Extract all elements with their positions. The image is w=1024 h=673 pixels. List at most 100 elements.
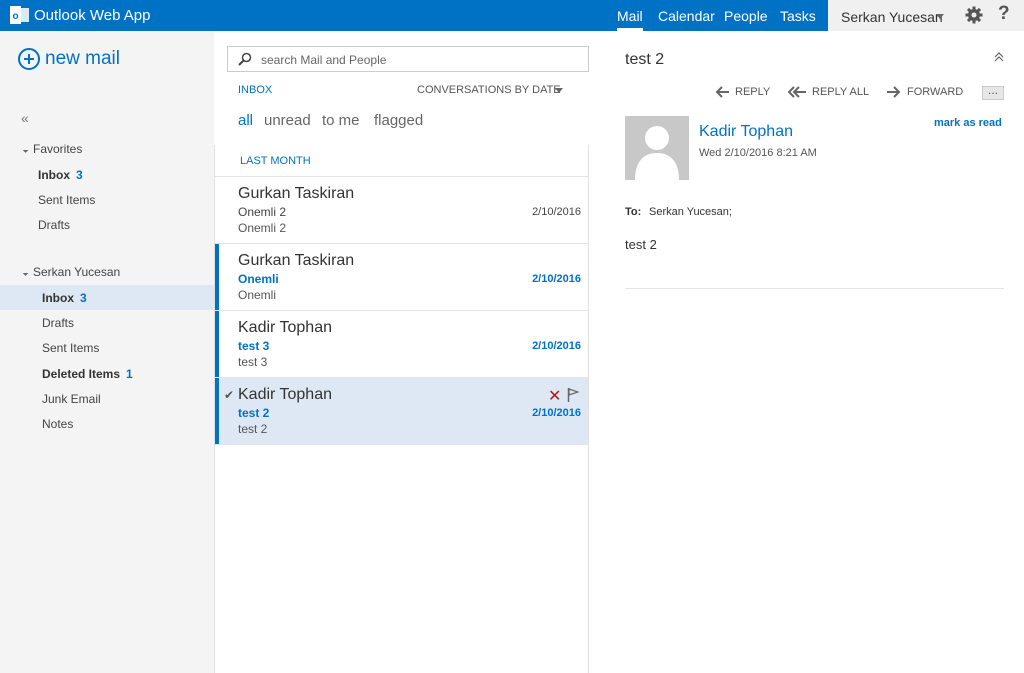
- reply-label: REPLY: [735, 86, 771, 98]
- chevron-down-icon[interactable]: [936, 14, 944, 19]
- message-sender: Gurkan Taskiran: [238, 185, 355, 202]
- folder-label: Sent Items: [42, 341, 100, 355]
- favorites-inbox[interactable]: Inbox 3: [38, 168, 83, 182]
- folder-deleted-items[interactable]: Deleted Items 1: [42, 367, 133, 381]
- reply-all-button[interactable]: REPLY ALL: [788, 86, 869, 98]
- folder-notes[interactable]: Notes: [42, 417, 73, 431]
- favorites-drafts[interactable]: Drafts: [38, 218, 70, 232]
- search-box[interactable]: search Mail and People: [227, 46, 589, 72]
- message-row[interactable]: Gurkan Taskiran Onemli Onemli 2/10/2016: [215, 243, 588, 311]
- message-row[interactable]: Gurkan Taskiran Onemli 2 Onemli 2 2/10/2…: [215, 176, 588, 243]
- message-subject: Onemli 2: [238, 205, 287, 219]
- forward-arrow-icon: [887, 86, 901, 98]
- person-silhouette-icon: [635, 126, 679, 180]
- sent-date: Wed 2/10/2016 8:21 AM: [699, 147, 817, 159]
- folder-label: Inbox: [42, 291, 74, 305]
- message-preview: Onemli: [238, 288, 277, 302]
- collapse-pane-icon[interactable]: «: [21, 110, 29, 126]
- message-preview: test 2: [238, 422, 268, 436]
- unread-indicator: [215, 378, 219, 445]
- message-preview: Onemli 2: [238, 221, 287, 235]
- folder-pane: new mail « Favorites Inbox 3 Sent Items D…: [0, 31, 214, 673]
- flag-icon[interactable]: [567, 388, 580, 402]
- message-row-selected[interactable]: ✔ Kadir Tophan test 2 test 2 2/10/2016 ✕: [215, 377, 588, 445]
- folder-label: Drafts: [42, 316, 75, 330]
- folder-junk-email[interactable]: Junk Email: [42, 392, 101, 406]
- message-subject: test 3: [238, 339, 270, 353]
- to-label: To:: [625, 206, 642, 218]
- favorites-sent-items[interactable]: Sent Items: [38, 193, 95, 207]
- account-header[interactable]: Serkan Yucesan: [20, 265, 120, 279]
- message-subject: Onemli: [238, 272, 279, 286]
- svg-text:o: o: [12, 11, 18, 22]
- sender-name-link[interactable]: Kadir Tophan: [699, 123, 793, 141]
- user-area: Serkan Yucesan ?: [828, 0, 1024, 31]
- new-mail-button[interactable]: new mail: [18, 48, 120, 70]
- message-date: 2/10/2016: [532, 273, 581, 285]
- folder-sent-items[interactable]: Sent Items: [42, 341, 99, 355]
- message-date: 2/10/2016: [532, 340, 581, 352]
- favorites-header[interactable]: Favorites: [20, 142, 83, 156]
- checkmark-icon[interactable]: ✔: [224, 388, 234, 402]
- nav-active-indicator: [617, 28, 643, 31]
- search-input[interactable]: search Mail and People: [261, 53, 386, 67]
- unread-indicator: [215, 311, 219, 378]
- selected-folder-highlight: [0, 285, 214, 310]
- expand-triangle-icon: [20, 145, 29, 153]
- chevron-down-icon[interactable]: [555, 88, 563, 93]
- unread-count: 1: [126, 367, 133, 381]
- filter-all[interactable]: all: [238, 112, 253, 129]
- filter-to-me[interactable]: to me: [322, 112, 360, 129]
- message-date: 2/10/2016: [532, 407, 581, 419]
- sort-dropdown[interactable]: CONVERSATIONS BY DATE: [417, 84, 561, 96]
- folder-label: Inbox: [38, 168, 70, 182]
- divider: [625, 288, 1004, 289]
- folder-label: Junk Email: [42, 392, 101, 406]
- more-actions-button[interactable]: ...: [982, 84, 1004, 100]
- folder-label: Drafts: [38, 218, 71, 232]
- plus-circle-icon: [18, 48, 40, 70]
- outlook-logo-icon: o: [10, 6, 30, 24]
- help-icon[interactable]: ?: [998, 3, 1010, 25]
- app-title: Outlook Web App: [34, 6, 151, 24]
- message-sender: Gurkan Taskiran: [238, 252, 355, 269]
- group-header: LAST MONTH: [240, 155, 311, 167]
- folder-label: Notes: [42, 417, 74, 431]
- reply-button[interactable]: REPLY: [715, 86, 770, 98]
- delete-icon[interactable]: ✕: [548, 386, 561, 406]
- app-brand[interactable]: o Outlook Web App: [10, 6, 150, 24]
- message-list: LAST MONTH Gurkan Taskiran Onemli 2 Onem…: [214, 145, 589, 673]
- favorites-label: Favorites: [33, 142, 83, 156]
- message-subject: test 2: [238, 406, 270, 420]
- reply-arrow-icon: [715, 86, 729, 98]
- top-bar: o Outlook Web App Mail Calendar People T…: [0, 0, 1024, 31]
- user-menu-button[interactable]: Serkan Yucesan: [841, 9, 943, 25]
- folder-inbox[interactable]: Inbox 3: [42, 291, 87, 305]
- message-sender: Kadir Tophan: [238, 386, 332, 403]
- message-row[interactable]: Kadir Tophan test 3 test 3 2/10/2016: [215, 310, 588, 378]
- nav-people[interactable]: People: [724, 8, 768, 24]
- folder-drafts[interactable]: Drafts: [42, 316, 74, 330]
- collapse-up-icon[interactable]: [994, 52, 1004, 65]
- recipient[interactable]: Serkan Yucesan;: [649, 206, 732, 218]
- reading-subject: test 2: [625, 51, 665, 68]
- new-mail-label: new mail: [45, 48, 120, 69]
- message-sender: Kadir Tophan: [238, 319, 332, 336]
- expand-triangle-icon: [20, 268, 29, 276]
- folder-label: Deleted Items: [42, 367, 121, 381]
- nav-calendar[interactable]: Calendar: [658, 8, 715, 24]
- search-icon: [238, 52, 252, 66]
- nav-mail[interactable]: Mail: [617, 8, 643, 24]
- forward-button[interactable]: FORWARD: [887, 86, 963, 98]
- reply-all-label: REPLY ALL: [812, 86, 870, 98]
- nav-tasks[interactable]: Tasks: [780, 8, 816, 24]
- message-body: test 2: [625, 237, 657, 252]
- filter-unread[interactable]: unread: [264, 112, 311, 129]
- filter-flagged[interactable]: flagged: [374, 112, 423, 129]
- unread-count: 3: [80, 291, 87, 305]
- mark-as-read-link[interactable]: mark as read: [934, 117, 1002, 129]
- gear-icon[interactable]: [964, 5, 984, 25]
- list-divider: [215, 444, 588, 445]
- current-folder-label: INBOX: [238, 84, 273, 96]
- unread-count: 3: [76, 168, 83, 182]
